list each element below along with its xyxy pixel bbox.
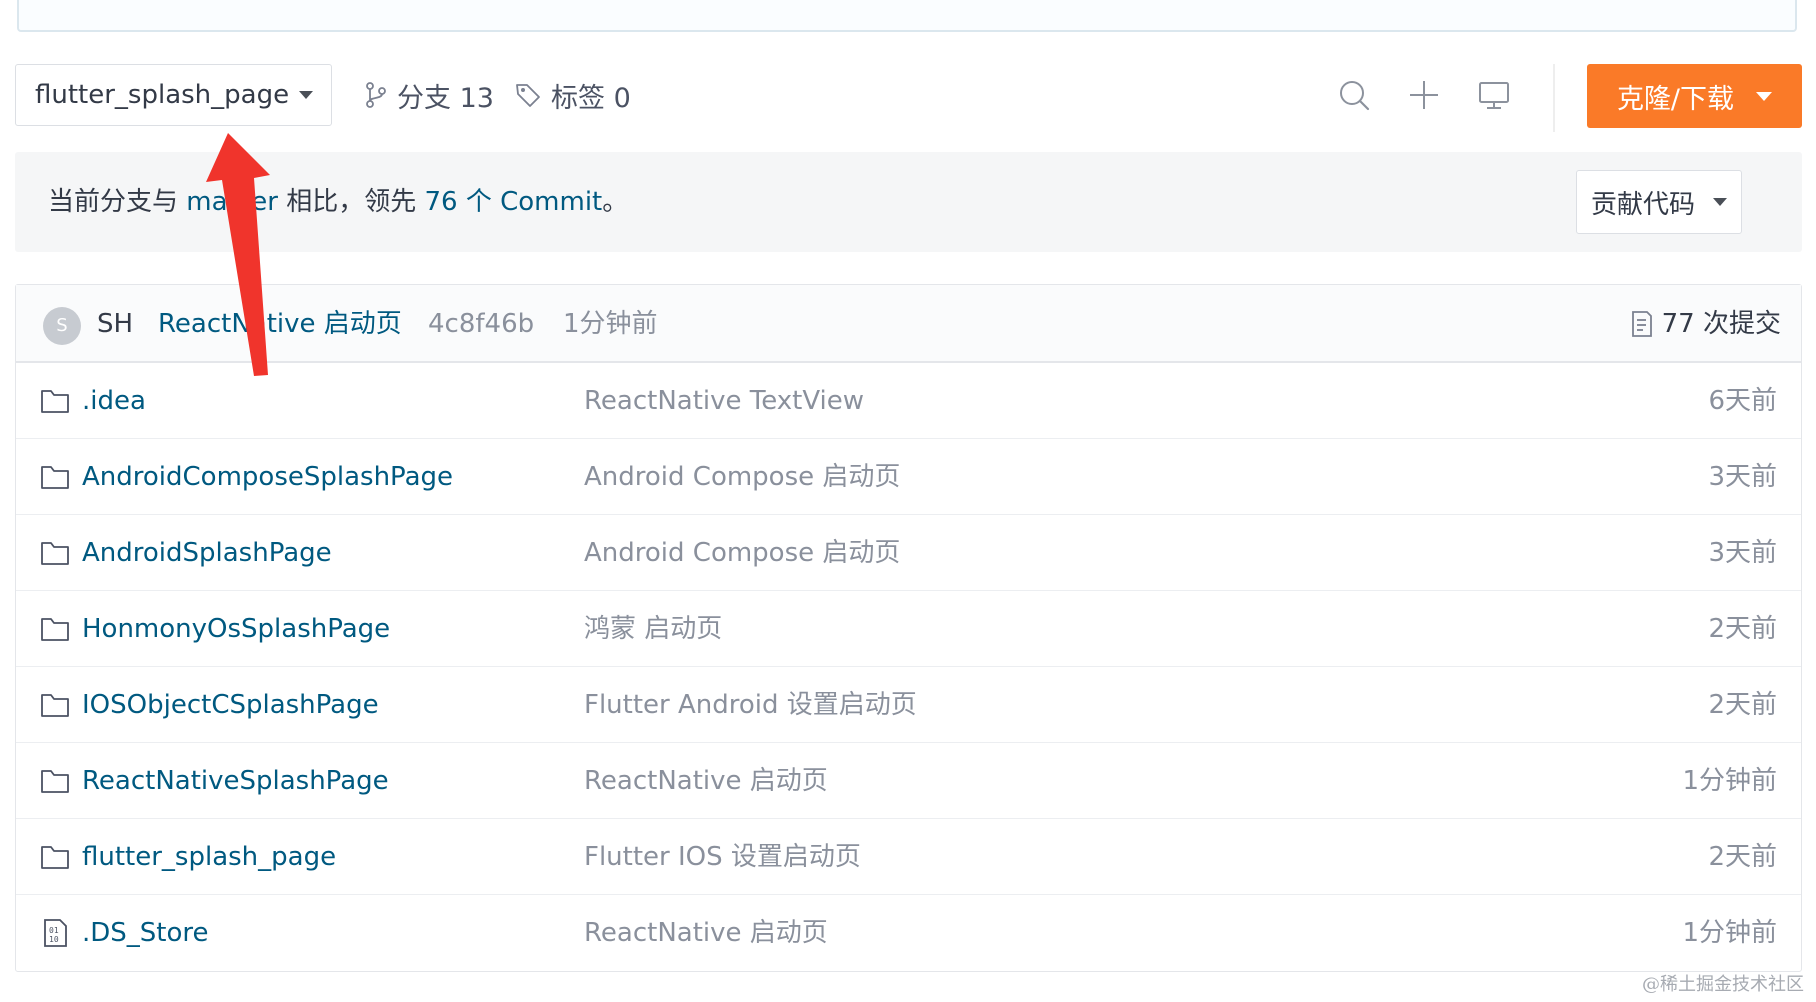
table-row[interactable]: flutter_splash_page Flutter IOS 设置启动页 2天前 xyxy=(16,819,1801,895)
file-list-table: S SH ReactNative 启动页 4c8f46b 1分钟前 77 次提交… xyxy=(15,284,1802,972)
file-updated-time: 6天前 xyxy=(1708,386,1777,416)
table-row[interactable]: .idea ReactNative TextView 6天前 xyxy=(16,363,1801,439)
toolbar-divider xyxy=(1553,64,1555,132)
contribute-code-label: 贡献代码 xyxy=(1590,189,1695,220)
file-name-link[interactable]: .DS_Store xyxy=(82,895,209,971)
table-row[interactable]: HonmonyOsSplashPage 鸿蒙 启动页 2天前 xyxy=(16,591,1801,667)
file-name-link[interactable]: .idea xyxy=(82,363,146,439)
table-row[interactable]: IOSObjectCSplashPage Flutter Android 设置启动… xyxy=(16,667,1801,743)
compare-middle: 相比，领先 xyxy=(277,187,425,217)
clone-download-button[interactable]: 克隆/下载 xyxy=(1587,64,1802,128)
file-name-link[interactable]: AndroidComposeSplashPage xyxy=(82,439,453,515)
file-updated-time: 2天前 xyxy=(1708,842,1777,872)
file-commit-message[interactable]: Flutter IOS 设置启动页 xyxy=(584,819,861,895)
file-commit-message[interactable]: ReactNative 启动页 xyxy=(584,895,828,971)
commit-author[interactable]: SH xyxy=(97,285,133,363)
ahead-commits-link[interactable]: 76 个 Commit xyxy=(424,187,602,217)
file-updated-time: 1分钟前 xyxy=(1682,918,1777,948)
commits-icon xyxy=(1631,311,1652,337)
branch-icon xyxy=(366,82,386,108)
file-commit-message[interactable]: ReactNative TextView xyxy=(584,363,864,439)
file-name-link[interactable]: ReactNativeSplashPage xyxy=(82,743,389,819)
svg-text:10: 10 xyxy=(49,935,59,944)
file-name-link[interactable]: flutter_splash_page xyxy=(82,819,336,895)
branches-link[interactable]: 分支 13 xyxy=(365,64,494,126)
latest-commit-header: S SH ReactNative 启动页 4c8f46b 1分钟前 77 次提交 xyxy=(16,285,1801,363)
chevron-down-icon xyxy=(299,91,314,99)
commit-time: 1分钟前 xyxy=(563,309,658,339)
folder-icon xyxy=(41,694,69,717)
branch-selector-label: flutter_splash_page xyxy=(35,80,290,110)
folder-icon xyxy=(41,390,69,413)
folder-icon xyxy=(41,542,69,565)
file-updated-time: 1分钟前 xyxy=(1682,766,1777,796)
file-updated-time: 2天前 xyxy=(1708,614,1777,644)
folder-icon xyxy=(41,466,69,489)
watermark: @稀土掘金技术社区 xyxy=(1642,974,1804,995)
search-icon[interactable] xyxy=(1337,78,1371,112)
folder-icon xyxy=(41,618,69,641)
repo-description-box xyxy=(17,0,1797,32)
commit-hash[interactable]: 4c8f46b xyxy=(428,285,534,363)
table-row[interactable]: AndroidSplashPage Android Compose 启动页 3天前 xyxy=(16,515,1801,591)
compare-suffix: 。 xyxy=(602,187,629,217)
contribute-code-button[interactable]: 贡献代码 xyxy=(1576,170,1742,234)
file-commit-message[interactable]: ReactNative 启动页 xyxy=(584,743,828,819)
file-commit-message[interactable]: Android Compose 启动页 xyxy=(584,439,900,515)
tags-count: 标签 0 xyxy=(551,82,631,114)
clone-download-label: 克隆/下载 xyxy=(1616,83,1735,115)
table-row[interactable]: ReactNativeSplashPage ReactNative 启动页 1分钟前 xyxy=(16,743,1801,819)
repo-toolbar: flutter_splash_page 分支 13 标签 0 克隆/下载 xyxy=(15,64,1802,132)
tags-link[interactable]: 标签 0 xyxy=(515,64,631,126)
plus-icon[interactable] xyxy=(1407,78,1441,112)
branch-compare-bar: 当前分支与 master 相比，领先 76 个 Commit。 贡献代码 xyxy=(15,152,1802,252)
chevron-down-icon xyxy=(1713,198,1727,206)
table-row[interactable]: AndroidComposeSplashPage Android Compose … xyxy=(16,439,1801,515)
file-commit-message[interactable]: 鸿蒙 启动页 xyxy=(584,591,722,667)
commit-count-link[interactable]: 77 次提交 xyxy=(1630,285,1781,363)
compare-message: 当前分支与 master 相比，领先 76 个 Commit。 xyxy=(48,152,628,252)
branches-count: 分支 13 xyxy=(397,82,494,114)
binary-file-icon: 0110 xyxy=(44,919,67,947)
base-branch-link[interactable]: master xyxy=(186,187,278,217)
folder-icon xyxy=(41,770,69,793)
folder-icon xyxy=(41,846,69,869)
commit-count-text: 77 次提交 xyxy=(1661,309,1781,339)
commit-message-link[interactable]: ReactNative 启动页 xyxy=(158,285,402,363)
compare-prefix: 当前分支与 xyxy=(48,187,187,217)
branch-selector[interactable]: flutter_splash_page xyxy=(15,64,332,126)
file-commit-message[interactable]: Flutter Android 设置启动页 xyxy=(584,667,917,743)
table-row[interactable]: 01 10 .DS_Store ReactNative 启动页 1分钟前 xyxy=(16,895,1801,971)
svg-text:01: 01 xyxy=(49,926,59,935)
avatar[interactable]: S xyxy=(43,307,81,345)
chevron-down-icon xyxy=(1756,91,1773,101)
file-commit-message[interactable]: Android Compose 启动页 xyxy=(584,515,900,591)
file-name-link[interactable]: AndroidSplashPage xyxy=(82,515,332,591)
file-name-link[interactable]: HonmonyOsSplashPage xyxy=(82,591,390,667)
file-updated-time: 2天前 xyxy=(1708,690,1777,720)
file-name-link[interactable]: IOSObjectCSplashPage xyxy=(82,667,379,743)
file-updated-time: 3天前 xyxy=(1708,462,1777,492)
tag-icon xyxy=(516,84,540,107)
file-updated-time: 3天前 xyxy=(1708,538,1777,568)
monitor-icon[interactable] xyxy=(1477,78,1511,112)
